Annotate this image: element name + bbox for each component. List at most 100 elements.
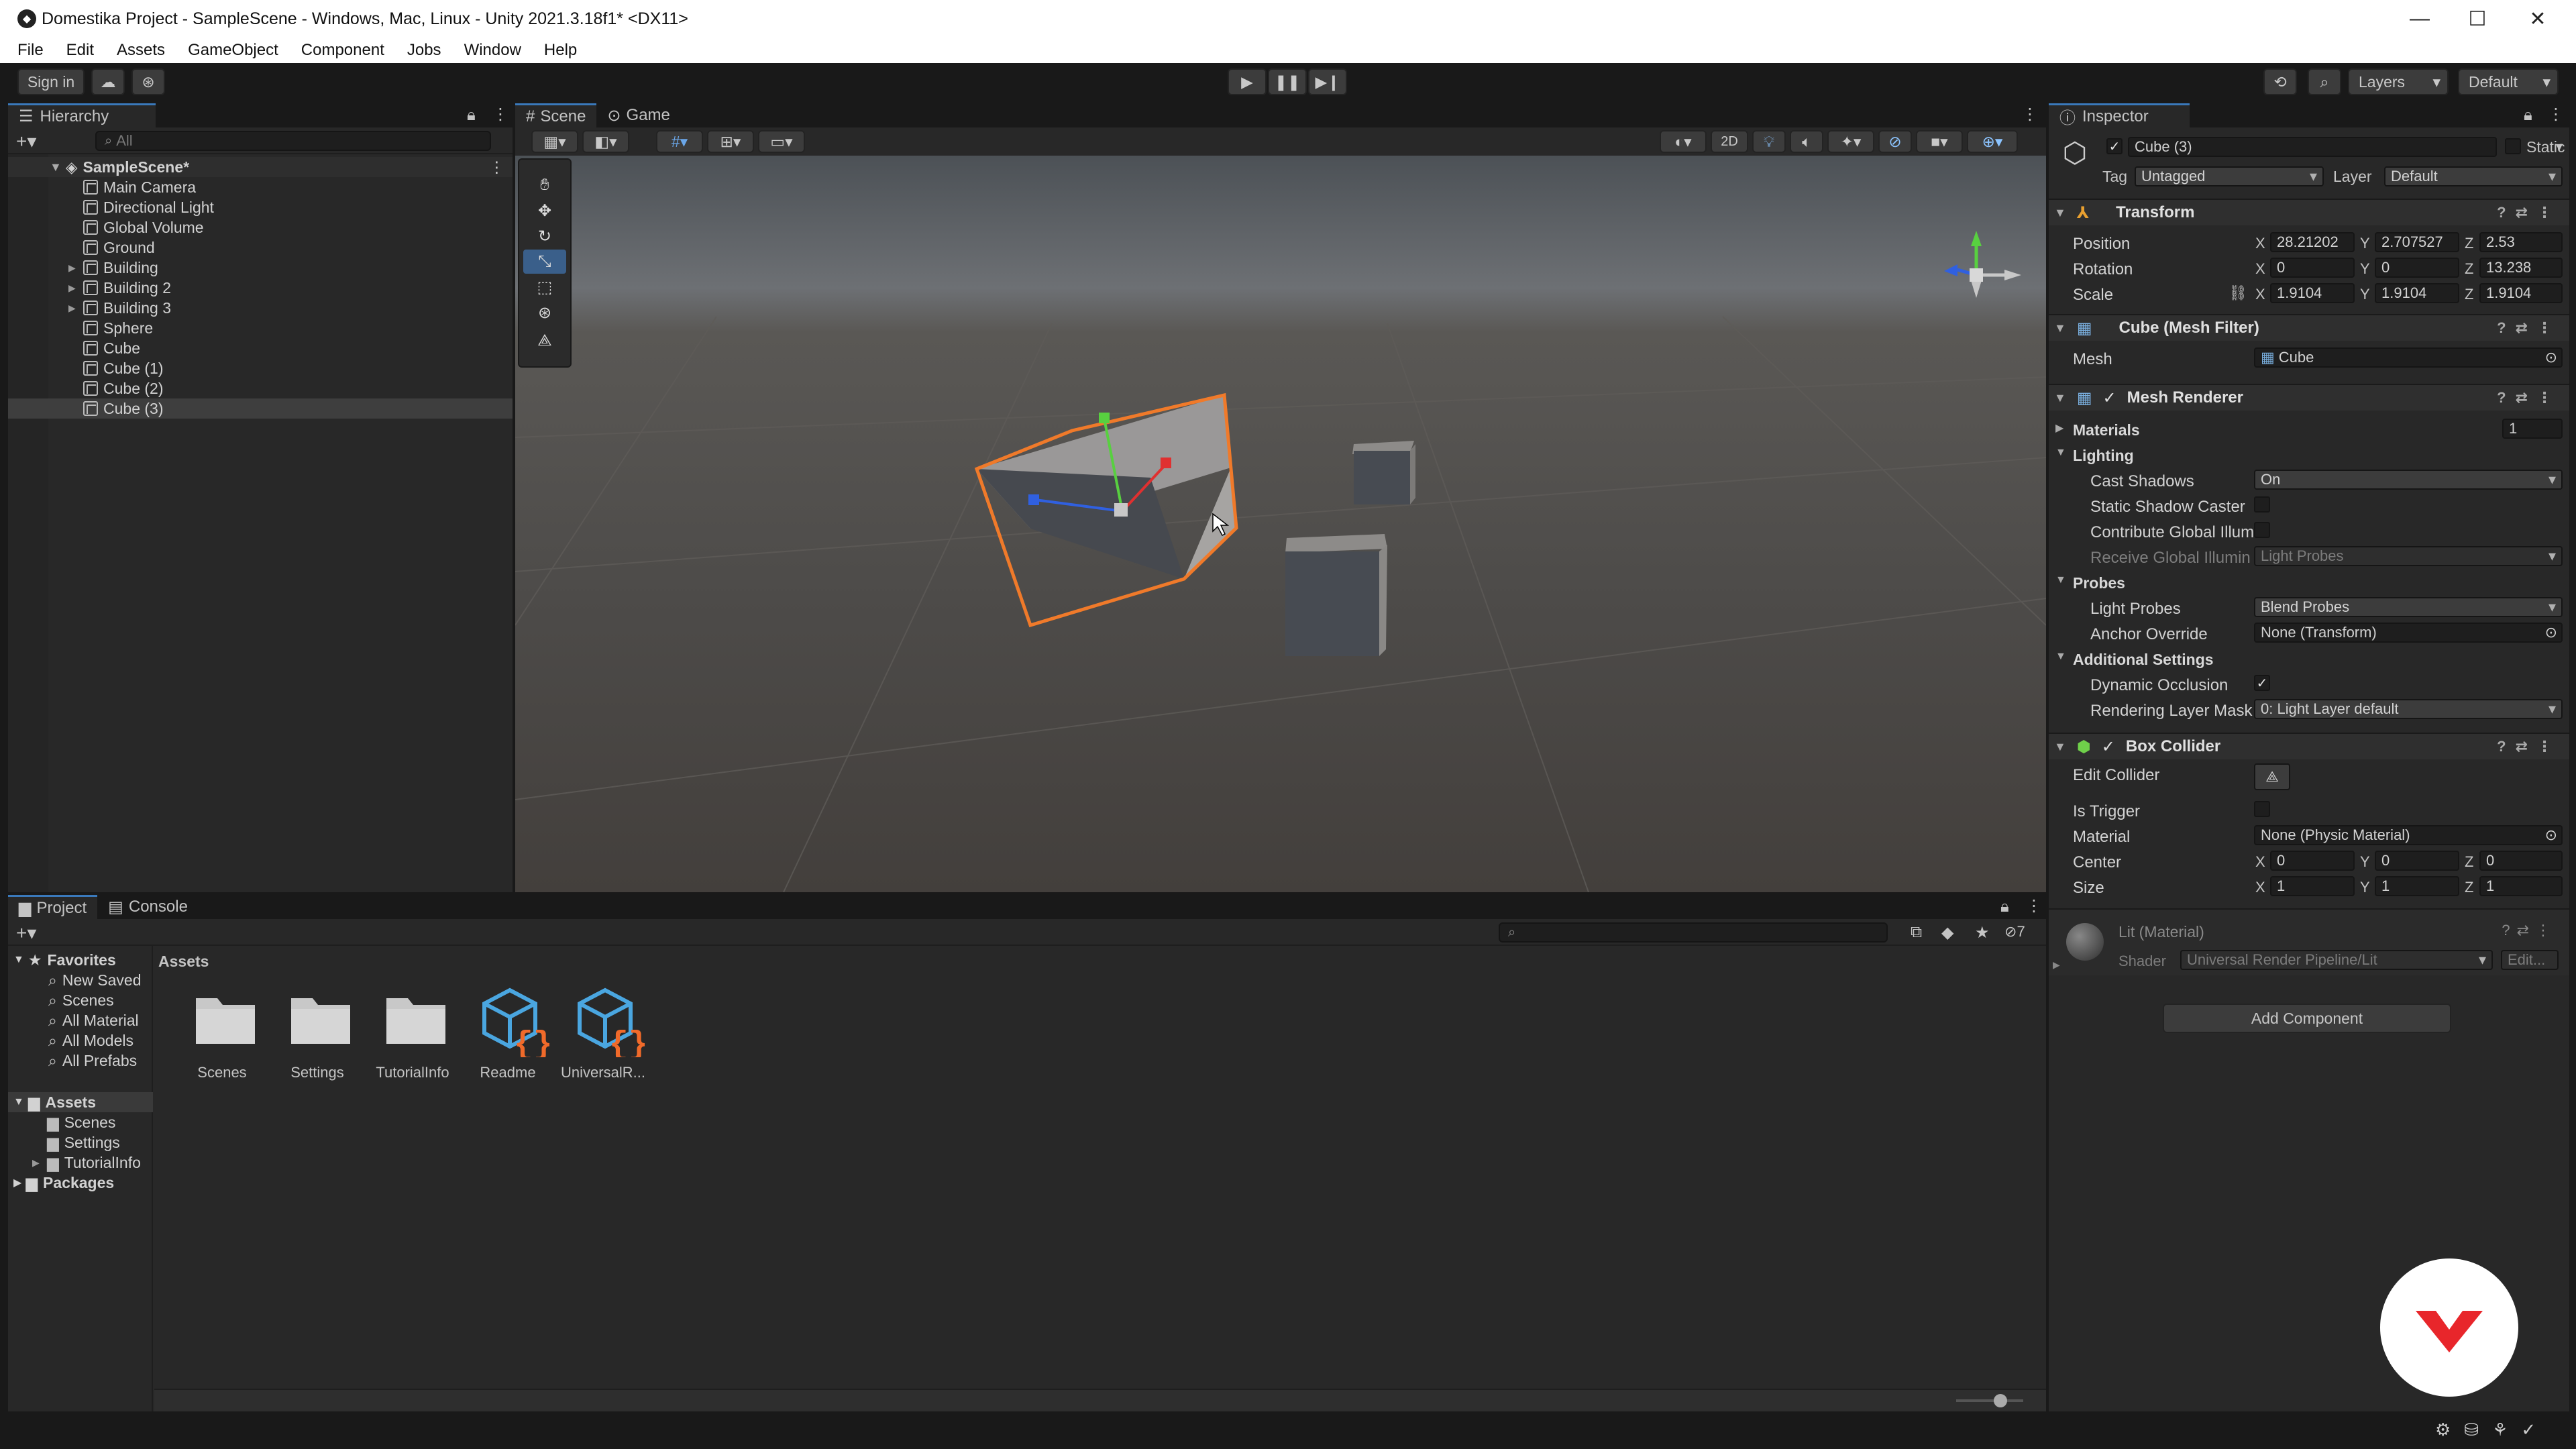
hierarchy-item[interactable]: Sphere: [8, 318, 513, 338]
physic-material-field[interactable]: None (Physic Material) ⊙: [2254, 825, 2563, 845]
object-picker-icon[interactable]: ⊙: [2545, 349, 2557, 366]
more-icon[interactable]: ⋮: [2022, 105, 2038, 124]
chevron-right-icon[interactable]: ▶: [68, 262, 83, 274]
scale-tool-icon[interactable]: ⤡: [523, 250, 566, 274]
tab-game[interactable]: ⊙ Game: [596, 103, 680, 127]
hierarchy-item[interactable]: Cube (3): [8, 398, 513, 419]
rect-tool-icon[interactable]: ⬚: [523, 275, 566, 299]
more-icon[interactable]: ⋮: [2548, 105, 2564, 124]
add-icon[interactable]: +▾: [16, 130, 36, 152]
asset-item[interactable]: {} UniversalR...: [555, 979, 651, 1093]
rotation-y-field[interactable]: 0: [2375, 258, 2459, 278]
assets-root-row[interactable]: ▼ ▆ Assets: [8, 1092, 153, 1112]
asset-item[interactable]: Settings: [270, 979, 365, 1093]
component-menu-icons[interactable]: ?⇄⋮: [2497, 204, 2561, 221]
menu-edit[interactable]: Edit: [66, 41, 94, 60]
add-component-button[interactable]: Add Component: [2163, 1004, 2451, 1033]
mesh-renderer-header[interactable]: ▼ ▦ ✓ Mesh Renderer ?⇄⋮: [2049, 384, 2569, 411]
close-button[interactable]: ✕: [2509, 0, 2567, 38]
pause-button[interactable]: ❚❚: [1268, 68, 1307, 95]
hierarchy-item[interactable]: Main Camera: [8, 177, 513, 197]
status-icons[interactable]: ⚙⛁⚘✓: [2435, 1419, 2549, 1440]
layout-dropdown[interactable]: Default ▾: [2458, 68, 2559, 95]
collab-icon[interactable]: ⊛: [131, 68, 165, 95]
hidden-packages-toggle[interactable]: ⊘ 7: [2004, 923, 2025, 941]
hierarchy-item[interactable]: Ground: [8, 237, 513, 258]
more-icon[interactable]: ⋮: [492, 105, 508, 124]
grid-snap-dropdown[interactable]: #▾: [656, 130, 703, 153]
menu-file[interactable]: File: [17, 41, 44, 60]
favorite-item[interactable]: ⌕ Scenes: [48, 990, 114, 1010]
lighting-toggle-icon[interactable]: 💡︎: [1752, 130, 1786, 153]
is-trigger-checkbox[interactable]: [2254, 801, 2270, 817]
step-button[interactable]: ▶❙: [1308, 68, 1347, 95]
asset-tree-item[interactable]: ▆ Settings: [32, 1132, 120, 1152]
gizmos-dropdown[interactable]: ⊕▾: [1967, 130, 2018, 153]
favorites-row[interactable]: ▼ ★ Favorites: [13, 950, 116, 970]
shading-dropdown[interactable]: ◧▾: [582, 130, 629, 153]
mesh-field[interactable]: ▦ Cube ⊙: [2254, 347, 2563, 368]
maximize-button[interactable]: ☐: [2449, 0, 2506, 38]
edit-collider-button[interactable]: ⟁: [2254, 763, 2290, 790]
static-shadow-checkbox[interactable]: [2254, 496, 2270, 513]
tab-hierarchy[interactable]: ☰ Hierarchy: [8, 103, 156, 127]
chevron-down-icon[interactable]: ▼: [50, 160, 62, 174]
position-y-field[interactable]: 2.707527: [2375, 232, 2459, 252]
favorite-item[interactable]: ⌕ All Material: [48, 1010, 139, 1030]
hierarchy-item[interactable]: Directional Light: [8, 197, 513, 217]
foldout-right-icon[interactable]: ▶: [2053, 959, 2060, 971]
static-dropdown-icon[interactable]: ▾: [2556, 138, 2563, 155]
component-menu-icons[interactable]: ?⇄⋮: [2497, 319, 2561, 337]
probes-foldout[interactable]: ▼ Probes: [2055, 574, 2125, 592]
add-icon[interactable]: +▾: [16, 922, 36, 944]
lighting-foldout[interactable]: ▼ Lighting: [2055, 447, 2134, 465]
filter-type-icon[interactable]: ⧉: [1911, 923, 1922, 942]
project-search-input[interactable]: ⌕: [1499, 922, 1888, 943]
enabled-check-icon[interactable]: ✓: [2103, 388, 2116, 408]
center-x-field[interactable]: 0: [2270, 851, 2355, 871]
scale-y-field[interactable]: 1.9104: [2375, 283, 2459, 303]
increment-snap-dropdown[interactable]: ⊞▾: [707, 130, 754, 153]
rotation-z-field[interactable]: 13.238: [2479, 258, 2563, 278]
play-button[interactable]: ▶: [1228, 68, 1267, 95]
cast-shadows-dropdown[interactable]: On: [2254, 470, 2563, 490]
favorite-item[interactable]: ⌕ New Saved: [48, 970, 142, 990]
materials-count-field[interactable]: 1: [2502, 419, 2563, 439]
shading-mode-dropdown[interactable]: ◐▾: [1660, 130, 1707, 153]
position-x-field[interactable]: 28.21202: [2270, 232, 2355, 252]
materials-foldout[interactable]: ▶ Materials: [2055, 421, 2140, 439]
hierarchy-item[interactable]: Global Volume: [8, 217, 513, 237]
chevron-right-icon[interactable]: ▶: [68, 303, 83, 314]
tab-console[interactable]: ▤ Console: [97, 895, 199, 919]
additional-settings-foldout[interactable]: ▼ Additional Settings: [2055, 651, 2214, 669]
rotation-x-field[interactable]: 0: [2270, 258, 2355, 278]
zoom-slider[interactable]: [1956, 1394, 2023, 1407]
more-icon[interactable]: ⋮: [489, 158, 504, 176]
hidden-objects-icon[interactable]: ⊘: [1878, 130, 1912, 153]
minimize-button[interactable]: —: [2391, 0, 2449, 38]
hierarchy-item[interactable]: ▶ Building 3: [8, 298, 513, 318]
component-menu-icons[interactable]: ?⇄⋮: [2497, 389, 2561, 407]
zoom-slider-handle[interactable]: [1994, 1394, 2007, 1407]
rendering-layer-dropdown[interactable]: 0: Light Layer default: [2254, 699, 2563, 719]
mesh-filter-header[interactable]: ▼ ▦ Cube (Mesh Filter) ?⇄⋮: [2049, 314, 2569, 341]
box-collider-header[interactable]: ▼ ⬢ ✓ Box Collider ?⇄⋮: [2049, 733, 2569, 759]
chevron-right-icon[interactable]: ▶: [32, 1157, 47, 1169]
menu-assets[interactable]: Assets: [117, 41, 165, 60]
component-menu-icons[interactable]: ?⇄⋮: [2497, 738, 2561, 755]
camera-dropdown[interactable]: ■▾: [1916, 130, 1963, 153]
light-probes-dropdown[interactable]: Blend Probes: [2254, 597, 2563, 617]
layer-dropdown[interactable]: Default: [2384, 166, 2563, 186]
packages-row[interactable]: ▶ ▆ Packages: [13, 1173, 114, 1193]
effects-dropdown[interactable]: ✦▾: [1827, 130, 1874, 153]
sign-in-button[interactable]: Sign in: [17, 68, 85, 95]
menu-window[interactable]: Window: [464, 41, 521, 60]
cloud-icon[interactable]: ☁: [91, 68, 125, 95]
layers-dropdown[interactable]: Layers ▾: [2348, 68, 2449, 95]
asset-tree-item[interactable]: ▆ Scenes: [32, 1112, 115, 1132]
anchor-override-field[interactable]: None (Transform) ⊙: [2254, 623, 2563, 643]
menu-component[interactable]: Component: [301, 41, 384, 60]
draw-mode-dropdown[interactable]: ▦▾: [531, 130, 578, 153]
hierarchy-item[interactable]: Cube (1): [8, 358, 513, 378]
material-menu-icons[interactable]: ?⇄⋮: [2502, 922, 2557, 939]
